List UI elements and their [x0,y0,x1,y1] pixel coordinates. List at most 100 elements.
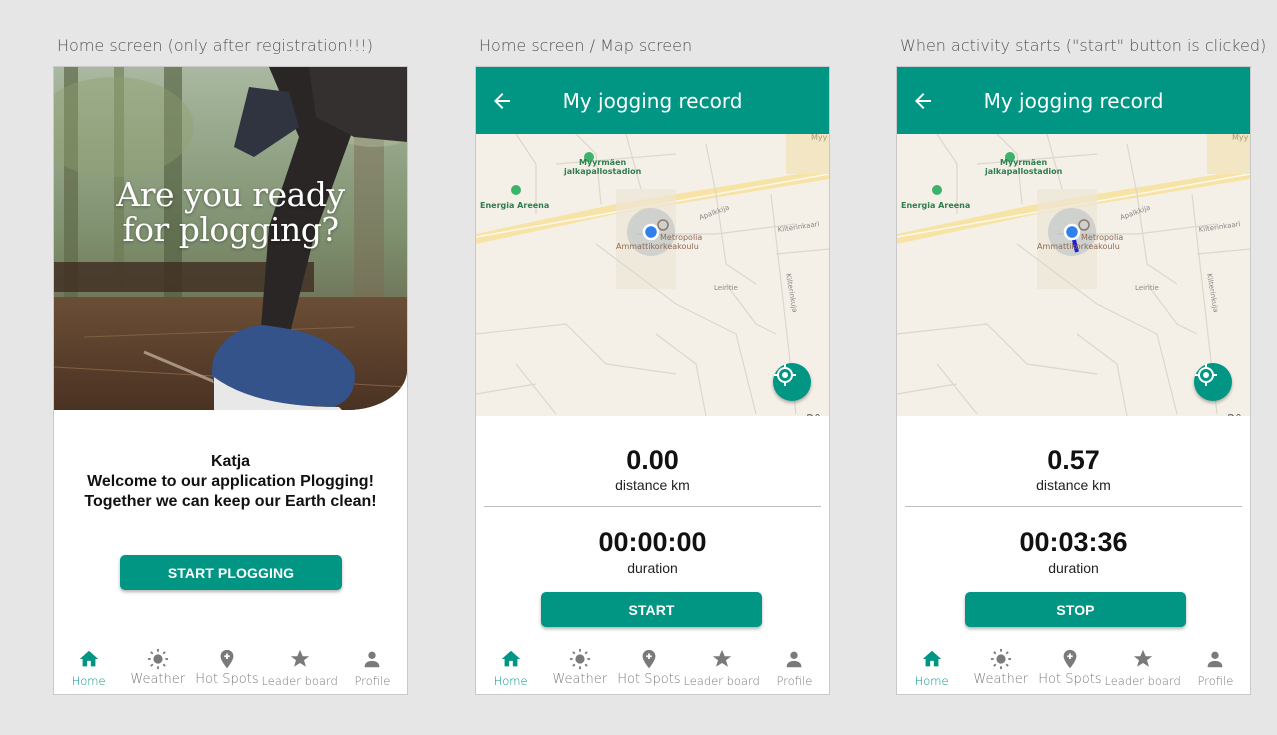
map-label-temp: 2° [1227,413,1242,416]
home-icon [501,650,520,667]
duration-value: 00:03:36 [1019,527,1128,557]
map-label-school-1: Metropolia [1081,233,1123,242]
nav-leader-board[interactable]: Leader board [262,638,338,694]
nav-label: Home [71,674,106,688]
distance-value: 0.00 [626,445,679,475]
start-button[interactable]: START [541,592,762,627]
caption-activity-screen: When activity starts ("start" button is … [900,36,1267,55]
app-bar: My jogging record [476,67,829,134]
welcome-message: Katja Welcome to our application Ploggin… [54,452,407,512]
nav-home[interactable]: Home [897,638,966,694]
nav-label: Hot Spots [195,672,259,687]
welcome-line2: Together we can keep our Earth clean! [84,493,377,510]
hero-image: Are you ready for plogging? [54,67,407,410]
distance-label: distance km [615,477,690,493]
bottom-nav: Home Weather Hot Spots Leader board Prof… [897,638,1250,694]
start-plogging-button[interactable]: START PLOGGING [120,555,342,590]
nav-label: Leader board [683,674,760,688]
nav-profile[interactable]: Profile [760,638,829,694]
map-label-corner: Myy [1232,134,1249,142]
nav-label: Weather [973,672,1029,687]
home-icon [922,650,941,667]
sun-icon [990,648,1011,670]
person-icon [1208,651,1223,668]
page-title: My jogging record [562,89,743,113]
nav-profile[interactable]: Profile [1181,638,1250,694]
nav-weather[interactable]: Weather [123,638,192,694]
nav-hot-spots[interactable]: Hot Spots [614,638,683,694]
duration-value: 00:00:00 [598,527,707,557]
nav-label: Leader board [261,674,338,688]
pin-plus-icon [220,649,234,669]
map-label-stadium-2: jalkapallostadion [563,167,642,176]
crosshair-icon [1195,364,1217,386]
user-name: Katja [210,453,251,470]
map-label-arena: Energia Areena [480,201,549,210]
home-screen: Are you ready for plogging? Katja Welcom… [53,66,408,695]
home-icon [79,650,98,667]
sun-icon [147,648,168,670]
pin-plus-icon [642,649,656,669]
nav-home[interactable]: Home [54,638,123,694]
map-label-school-2: Ammattikorkeakoulu [616,242,699,251]
map-view[interactable]: Myyrmäen jalkapallostadion Energia Areen… [476,134,829,416]
map-label-stadium-2: jalkapallostadion [984,167,1063,176]
map-label-arena: Energia Areena [901,201,970,210]
divider [905,506,1242,507]
map-label-stadium-1: Myyrmäen [579,158,626,167]
stop-button[interactable]: STOP [965,592,1186,627]
hero-title-line1: Are you ready [116,175,345,214]
duration-label: duration [627,560,678,576]
divider [484,506,821,507]
nav-hot-spots[interactable]: Hot Spots [1035,638,1104,694]
page-title: My jogging record [983,89,1164,113]
bottom-nav: Home Weather Hot Spots Leader board Prof… [476,638,829,694]
pin-plus-icon [1063,649,1077,669]
my-location-button[interactable] [773,363,811,401]
person-icon [787,651,802,668]
map-label-street-3: Leiritie [1135,284,1159,292]
my-location-button[interactable] [1194,363,1232,401]
nav-label: Weather [552,672,608,687]
map-screen: My jogging record Myyrmäen jalkapallosta… [475,66,830,695]
nav-label: Profile [776,674,813,688]
nav-home[interactable]: Home [476,638,545,694]
person-icon [365,651,380,668]
hero-title-line2: for plogging? [122,210,339,249]
nav-label: Hot Spots [617,672,681,687]
nav-hot-spots[interactable]: Hot Spots [192,638,261,694]
nav-label: Home [493,674,528,688]
nav-weather[interactable]: Weather [545,638,614,694]
duration-label: duration [1048,560,1099,576]
nav-profile[interactable]: Profile [338,638,407,694]
nav-label: Profile [354,674,391,688]
welcome-line1: Welcome to our application Plogging! [87,473,374,490]
nav-weather[interactable]: Weather [966,638,1035,694]
nav-leader-board[interactable]: Leader board [1105,638,1181,694]
sun-icon [569,648,590,670]
star-icon [1133,649,1152,667]
nav-label: Hot Spots [1038,672,1102,687]
nav-label: Home [914,674,949,688]
nav-label: Profile [1197,674,1234,688]
map-label-school-2: Ammattikorkeakoulu [1037,242,1120,251]
activity-screen: My jogging record Myyrmäen jalkapallosta [896,66,1251,695]
crosshair-icon [774,364,796,386]
nav-label: Leader board [1104,674,1181,688]
star-icon [712,649,731,667]
nav-label: Weather [130,672,186,687]
app-bar: My jogging record [897,67,1250,134]
map-view[interactable]: Myyrmäen jalkapallostadion Energia Areen… [897,134,1250,416]
distance-label: distance km [1036,477,1111,493]
hero-title: Are you ready for plogging? [54,177,407,247]
map-label-temp: 2° [806,413,821,416]
map-label-street-3: Leiritie [714,284,738,292]
map-label-school-1: Metropolia [660,233,702,242]
distance-value: 0.57 [1047,445,1100,475]
caption-map-screen: Home screen / Map screen [479,36,693,55]
nav-leader-board[interactable]: Leader board [684,638,760,694]
map-label-corner: Myy [811,134,828,142]
map-label-stadium-1: Myyrmäen [1000,158,1047,167]
star-icon [290,649,309,667]
bottom-nav: Home Weather Hot Spots Leader board Prof… [54,638,407,694]
